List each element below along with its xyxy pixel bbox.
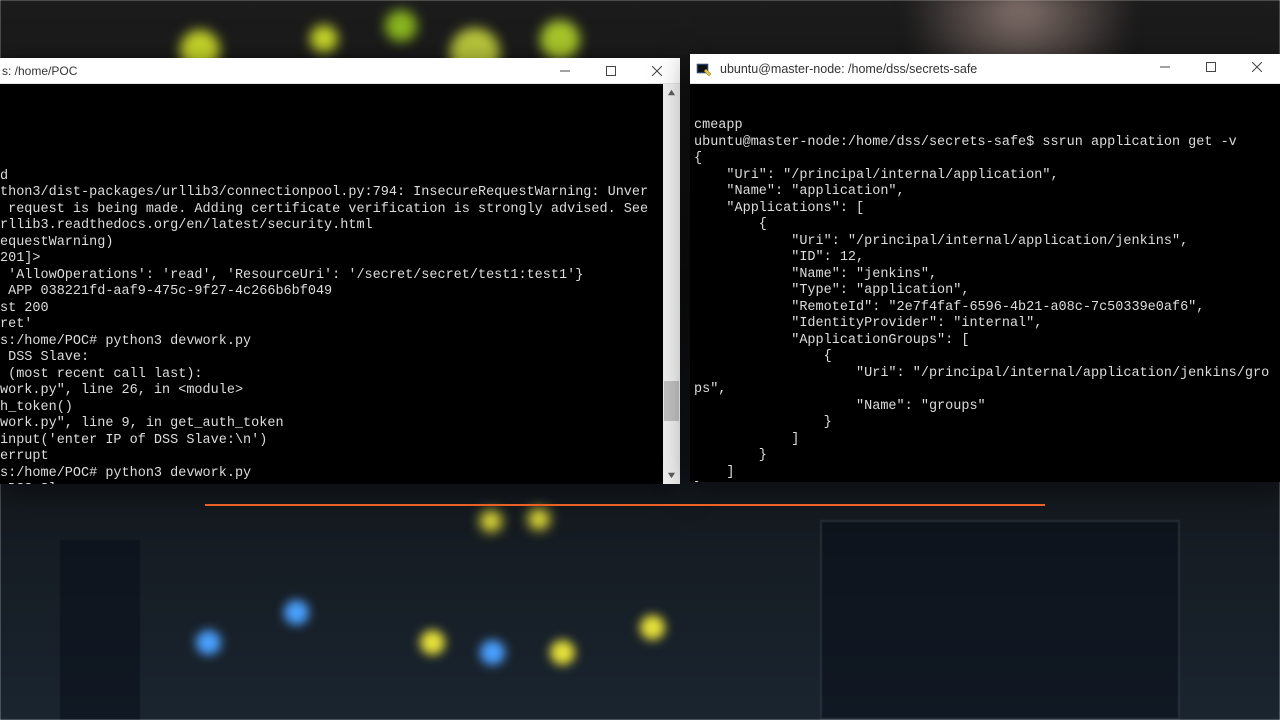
window-title-right: ubuntu@master-node: /home/dss/secrets-sa… (718, 62, 1142, 76)
maximize-button[interactable] (1188, 54, 1234, 80)
terminal-window-left: s: /home/POC d thon3/dist-packages/urlli… (0, 58, 680, 484)
terminal-output-right[interactable]: cmeapp ubuntu@master-node:/home/dss/secr… (690, 84, 1280, 482)
scroll-up-icon[interactable] (663, 84, 680, 101)
titlebar-left[interactable]: s: /home/POC (0, 58, 680, 84)
close-button[interactable] (634, 58, 680, 84)
putty-icon (696, 61, 712, 77)
maximize-button[interactable] (588, 58, 634, 84)
scroll-down-icon[interactable] (663, 467, 680, 484)
orange-separator-line (205, 504, 1045, 506)
minimize-button[interactable] (542, 58, 588, 84)
terminal-output-left[interactable]: d thon3/dist-packages/urllib3/connection… (0, 84, 680, 484)
minimize-button[interactable] (1142, 54, 1188, 80)
window-title-left: s: /home/POC (0, 64, 542, 78)
scroll-thumb-left[interactable] (664, 381, 679, 421)
titlebar-right[interactable]: ubuntu@master-node: /home/dss/secrets-sa… (690, 54, 1280, 84)
close-button[interactable] (1234, 54, 1280, 80)
scrollbar-left[interactable] (663, 84, 680, 484)
terminal-window-right: ubuntu@master-node: /home/dss/secrets-sa… (690, 54, 1280, 482)
